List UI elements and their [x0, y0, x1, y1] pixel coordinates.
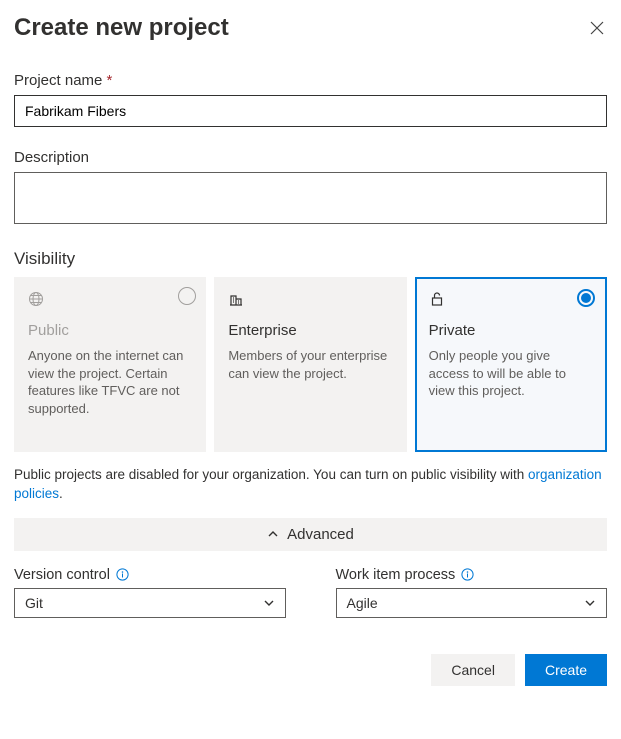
- lock-icon: [429, 291, 593, 310]
- page-title: Create new project: [14, 14, 229, 42]
- advanced-toggle[interactable]: Advanced: [14, 518, 607, 551]
- visibility-notice: Public projects are disabled for your or…: [14, 466, 607, 504]
- project-name-label: Project name *: [14, 72, 607, 89]
- visibility-option-private[interactable]: Private Only people you give access to w…: [415, 277, 607, 452]
- create-button[interactable]: Create: [525, 654, 607, 686]
- cancel-button[interactable]: Cancel: [431, 654, 515, 686]
- close-button[interactable]: [587, 18, 607, 38]
- card-title: Enterprise: [228, 322, 392, 339]
- chevron-down-icon: [263, 597, 275, 609]
- work-item-process-label: Work item process: [336, 567, 456, 583]
- chevron-down-icon: [584, 597, 596, 609]
- radio-indicator-selected: [577, 289, 595, 307]
- visibility-option-public: Public Anyone on the internet can view t…: [14, 277, 206, 452]
- building-icon: [228, 291, 392, 310]
- chevron-up-icon: [267, 528, 279, 540]
- visibility-option-enterprise[interactable]: Enterprise Members of your enterprise ca…: [214, 277, 406, 452]
- card-title: Public: [28, 322, 192, 339]
- card-description: Members of your enterprise can view the …: [228, 347, 392, 382]
- info-icon[interactable]: [461, 568, 474, 581]
- close-icon: [590, 21, 604, 35]
- description-input[interactable]: [14, 172, 607, 224]
- version-control-label: Version control: [14, 567, 110, 583]
- description-label: Description: [14, 149, 607, 166]
- card-title: Private: [429, 322, 593, 339]
- work-item-process-select[interactable]: Agile: [336, 588, 608, 618]
- project-name-input[interactable]: [14, 95, 607, 127]
- radio-indicator: [178, 287, 196, 305]
- visibility-label: Visibility: [14, 249, 607, 269]
- info-icon[interactable]: [116, 568, 129, 581]
- globe-icon: [28, 291, 192, 310]
- card-description: Anyone on the internet can view the proj…: [28, 347, 192, 417]
- version-control-select[interactable]: Git: [14, 588, 286, 618]
- card-description: Only people you give access to will be a…: [429, 347, 593, 400]
